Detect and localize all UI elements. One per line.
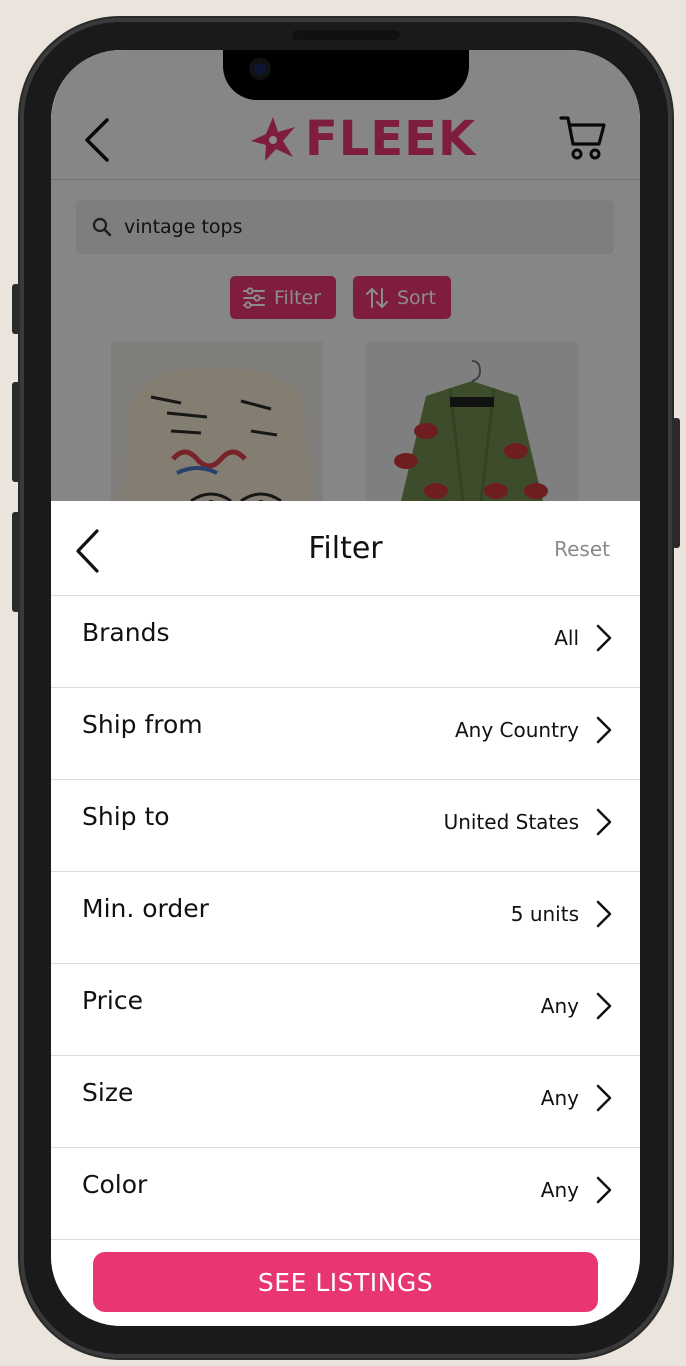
row-value: United States: [443, 810, 579, 834]
row-value: Any Country: [454, 718, 579, 742]
filter-sheet: Filter Reset Brands All Ship from Any Co…: [51, 501, 640, 1326]
row-value: All: [554, 626, 579, 650]
chevron-right-icon: [596, 900, 612, 928]
notch: [223, 50, 469, 100]
row-label: Min. order: [82, 894, 209, 923]
chevron-right-icon: [596, 1176, 612, 1204]
filter-row-ship-to[interactable]: Ship to United States: [51, 780, 640, 872]
see-listings-button[interactable]: SEE LISTINGS: [93, 1252, 598, 1312]
row-value: 5 units: [510, 902, 579, 926]
chevron-right-icon: [596, 992, 612, 1020]
chevron-right-icon: [596, 716, 612, 744]
reset-button[interactable]: Reset: [554, 537, 610, 561]
row-label: Ship from: [82, 710, 203, 739]
side-button-volume-up: [12, 382, 20, 482]
earpiece-speaker: [292, 30, 400, 40]
row-value: Any: [540, 1178, 579, 1202]
side-button-silent: [12, 284, 20, 334]
side-button-volume-down: [12, 512, 20, 612]
filter-row-size[interactable]: Size Any: [51, 1056, 640, 1148]
row-value: Any: [540, 994, 579, 1018]
filter-row-min-order[interactable]: Min. order 5 units: [51, 872, 640, 964]
camera-icon: [249, 58, 271, 80]
filter-row-color[interactable]: Color Any: [51, 1148, 640, 1240]
row-label: Color: [82, 1170, 148, 1199]
row-value: Any: [540, 1086, 579, 1110]
row-label: Brands: [82, 618, 170, 647]
filter-row-price[interactable]: Price Any: [51, 964, 640, 1056]
phone-screen: FLEEK vintage tops Filter Sort Filter Re…: [51, 50, 640, 1326]
sheet-title: Filter: [308, 531, 383, 566]
filter-row-brands[interactable]: Brands All: [51, 596, 640, 688]
filter-row-ship-from[interactable]: Ship from Any Country: [51, 688, 640, 780]
chevron-right-icon: [596, 1084, 612, 1112]
row-label: Ship to: [82, 802, 170, 831]
chevron-right-icon: [596, 808, 612, 836]
row-label: Size: [82, 1078, 134, 1107]
side-button-power: [672, 418, 680, 548]
chevron-right-icon: [596, 624, 612, 652]
row-label: Price: [82, 986, 143, 1015]
